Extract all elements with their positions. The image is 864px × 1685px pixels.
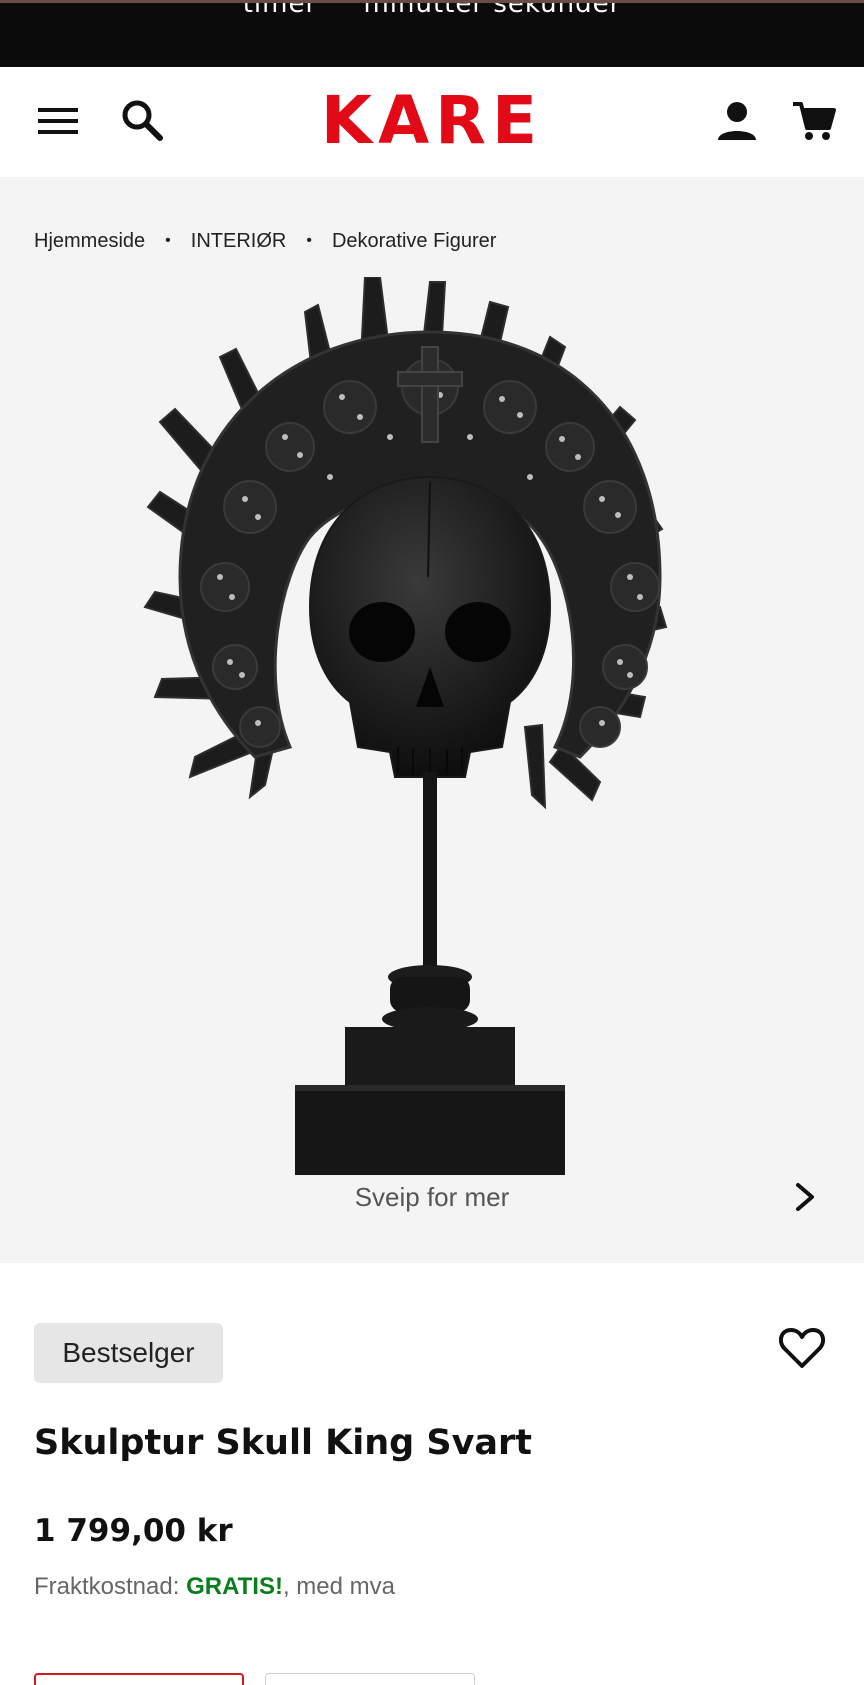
site-header: KARE [0, 67, 864, 177]
swipe-hint: Sveip for mer [354, 1182, 510, 1212]
countdown-labels: timer minutter sekunder [242, 0, 622, 19]
product-gallery[interactable]: Hjemmeside • INTERIØR • Dekorative Figur… [0, 177, 864, 1263]
product-title: Skulptur Skull King Svart [34, 1423, 533, 1463]
shipping-free-value: GRATIS! [186, 1573, 283, 1600]
kare-logo[interactable]: KARE [285, 88, 579, 154]
product-info: Bestselger Skulptur Skull King Svart 1 7… [0, 1263, 864, 1685]
variant-option[interactable] [265, 1673, 475, 1685]
promo-countdown-bar: timer minutter sekunder [0, 0, 864, 67]
product-price: 1 799,00 kr [34, 1513, 233, 1549]
hamburger-menu-icon[interactable] [38, 105, 80, 137]
shipping-suffix: , med mva [282, 1573, 395, 1600]
breadcrumb-home[interactable]: Hjemmeside [34, 230, 145, 253]
bestseller-badge: Bestselger [34, 1323, 223, 1383]
breadcrumb-separator: • [306, 232, 312, 249]
breadcrumb-separator: • [165, 232, 171, 249]
shipping-label: Fraktkostnad: [34, 1573, 180, 1600]
cart-icon[interactable] [792, 100, 836, 142]
breadcrumb-decorative-figures[interactable]: Dekorative Figurer [332, 230, 497, 253]
heart-icon[interactable] [778, 1326, 826, 1370]
variant-option-selected[interactable] [34, 1673, 244, 1685]
shipping-info: Fraktkostnad: GRATIS!, med mva [34, 1573, 395, 1601]
chevron-right-icon[interactable] [788, 1177, 824, 1217]
breadcrumb: Hjemmeside • INTERIØR • Dekorative Figur… [34, 226, 496, 256]
search-icon[interactable] [120, 98, 166, 144]
breadcrumb-interior[interactable]: INTERIØR [191, 230, 287, 253]
account-icon[interactable] [716, 100, 758, 142]
